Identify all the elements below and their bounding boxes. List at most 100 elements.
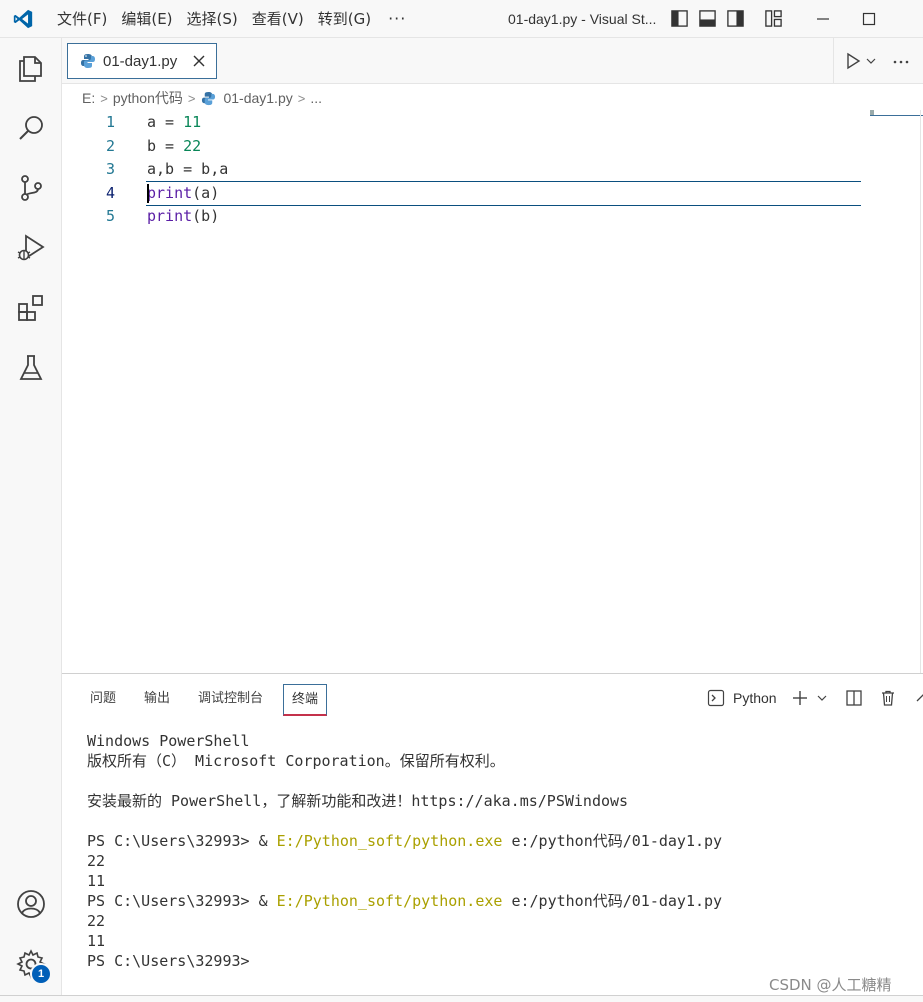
editor-scrollbar[interactable] xyxy=(920,110,921,673)
terminal-amp: & xyxy=(258,832,268,850)
code-text: a = 11 xyxy=(147,113,202,131)
customize-layout-icon[interactable] xyxy=(764,9,783,28)
code-editor[interactable]: 1 a = 11 2 b = 22 3 a,b = b,a 4 print(a)… xyxy=(62,110,923,673)
terminal-line: 11 xyxy=(87,872,106,890)
terminal-command-line: PS C:\Users\32993> & E:/Python_soft/pyth… xyxy=(87,831,917,851)
panel-actions: Python xyxy=(707,686,923,710)
menu-edit[interactable]: 编辑(E) xyxy=(114,5,179,33)
window-controls xyxy=(800,0,892,38)
search-icon[interactable] xyxy=(15,112,47,144)
tab-01-day1-py[interactable]: 01-day1.py xyxy=(67,43,217,79)
code-text: print(b) xyxy=(147,207,220,225)
editor-tab-bar: 01-day1.py xyxy=(62,38,923,84)
menu-view[interactable]: 查看(V) xyxy=(245,5,311,33)
run-python-file-icon[interactable] xyxy=(844,52,862,70)
text-cursor xyxy=(147,184,149,203)
plus-icon[interactable] xyxy=(791,689,809,707)
line-number: 5 xyxy=(105,207,115,225)
vscode-logo-icon xyxy=(13,9,33,29)
maximize-icon xyxy=(862,12,876,26)
explorer-icon[interactable] xyxy=(15,52,47,84)
window-title: 01-day1.py - Visual St... xyxy=(508,11,657,27)
terminal-icon xyxy=(707,689,725,707)
status-bar xyxy=(0,995,923,1002)
trash-icon[interactable] xyxy=(879,689,897,707)
terminal-line: 安装最新的 PowerShell，了解新功能和改进！https://aka.ms… xyxy=(87,792,629,810)
code-text: print(a) xyxy=(147,183,220,202)
menu-selection[interactable]: 选择(S) xyxy=(180,5,245,33)
breadcrumb-folder[interactable]: python代码 xyxy=(110,88,186,108)
title-bar: 文件(F) 编辑(E) 选择(S) 查看(V) 转到(G) ··· 01-day… xyxy=(0,0,923,38)
chevron-down-icon[interactable] xyxy=(866,56,876,66)
code-line: 4 print(a) xyxy=(62,182,862,206)
layout-controls xyxy=(670,9,783,28)
tab-problems[interactable]: 问题 xyxy=(82,684,124,716)
bottom-panel: 问题 输出 调试控制台 终端 Python Windows PowerShell… xyxy=(62,673,923,1002)
terminal-command-line: PS C:\Users\32993> xyxy=(87,951,917,971)
terminal-line: 版权所有（C） Microsoft Corporation。保留所有权利。 xyxy=(87,752,505,770)
extensions-icon[interactable] xyxy=(15,292,47,324)
terminal-line: 11 xyxy=(87,932,106,950)
line-number: 3 xyxy=(105,160,115,178)
terminal-line: 22 xyxy=(87,852,106,870)
chevron-down-icon[interactable] xyxy=(817,693,827,703)
more-actions-icon[interactable] xyxy=(892,53,910,71)
account-icon[interactable] xyxy=(15,888,47,920)
terminal-prompt: PS C:\Users\32993> xyxy=(87,952,250,970)
minimize-button[interactable] xyxy=(800,0,846,38)
menu-go[interactable]: 转到(G) xyxy=(311,5,378,33)
terminal-prompt: PS C:\Users\32993> xyxy=(87,892,250,910)
testing-icon[interactable] xyxy=(15,352,47,384)
terminal-prompt: PS C:\Users\32993> xyxy=(87,832,250,850)
terminal-command-line: PS C:\Users\32993> & E:/Python_soft/pyth… xyxy=(87,891,917,911)
minimize-icon xyxy=(817,18,829,20)
minimap[interactable] xyxy=(870,110,923,118)
line-number: 1 xyxy=(105,113,115,131)
python-icon xyxy=(81,54,95,68)
line-number: 2 xyxy=(105,136,115,155)
terminal-line: Windows PowerShell xyxy=(87,732,250,750)
run-debug-icon[interactable] xyxy=(15,232,47,264)
toggle-primary-sidebar-icon[interactable] xyxy=(670,9,689,28)
code-line: 3 a,b = b,a xyxy=(62,158,862,182)
panel-tabs: 问题 输出 调试控制台 终端 xyxy=(82,684,339,716)
editor-actions xyxy=(833,38,923,84)
chevron-right-icon: > xyxy=(187,90,196,106)
menu-bar: 文件(F) 编辑(E) 选择(S) 查看(V) 转到(G) ··· xyxy=(50,0,416,38)
breadcrumb-drive[interactable]: E: xyxy=(79,90,98,106)
split-terminal-icon[interactable] xyxy=(845,689,863,707)
source-control-icon[interactable] xyxy=(15,172,47,204)
terminal-exe-path: E:/Python_soft/python.exe xyxy=(276,892,503,910)
code-line: 1 a = 11 xyxy=(62,111,862,135)
code-text: a,b = b,a xyxy=(147,160,229,178)
maximize-button[interactable] xyxy=(846,0,892,38)
terminal-line: 22 xyxy=(87,912,106,930)
tab-output[interactable]: 输出 xyxy=(136,684,178,716)
terminal-output[interactable]: Windows PowerShell 版权所有（C） Microsoft Corp… xyxy=(87,731,917,971)
terminal-script-path: e:/python代码/01-day1.py xyxy=(511,832,723,850)
chevron-right-icon: > xyxy=(100,90,108,106)
chevron-up-icon[interactable] xyxy=(915,690,923,706)
tab-terminal[interactable]: 终端 xyxy=(283,684,328,716)
breadcrumb-file[interactable]: 01-day1.py xyxy=(220,90,295,106)
breadcrumb: E: > python代码 > 01-day1.py > ... xyxy=(62,86,923,110)
breadcrumb-more[interactable]: ... xyxy=(307,90,325,106)
menu-file[interactable]: 文件(F) xyxy=(50,5,114,33)
close-icon[interactable] xyxy=(190,52,208,70)
watermark: CSDN @人工糖精 xyxy=(769,976,892,994)
chevron-right-icon: > xyxy=(297,90,306,106)
line-number: 4 xyxy=(105,183,115,202)
menu-more-button[interactable]: ··· xyxy=(378,5,416,33)
terminal-exe-path: E:/Python_soft/python.exe xyxy=(276,832,503,850)
tab-label: 01-day1.py xyxy=(103,52,178,70)
settings-update-badge: 1 xyxy=(30,963,52,985)
code-text: b = 22 xyxy=(147,136,202,155)
terminal-amp: & xyxy=(258,892,268,910)
tab-debug-console[interactable]: 调试控制台 xyxy=(190,684,271,716)
terminal-shell-label[interactable]: Python xyxy=(733,690,777,706)
activity-bar: 1 xyxy=(0,38,62,1002)
toggle-secondary-sidebar-icon[interactable] xyxy=(726,9,745,28)
toggle-panel-icon[interactable] xyxy=(698,9,717,28)
